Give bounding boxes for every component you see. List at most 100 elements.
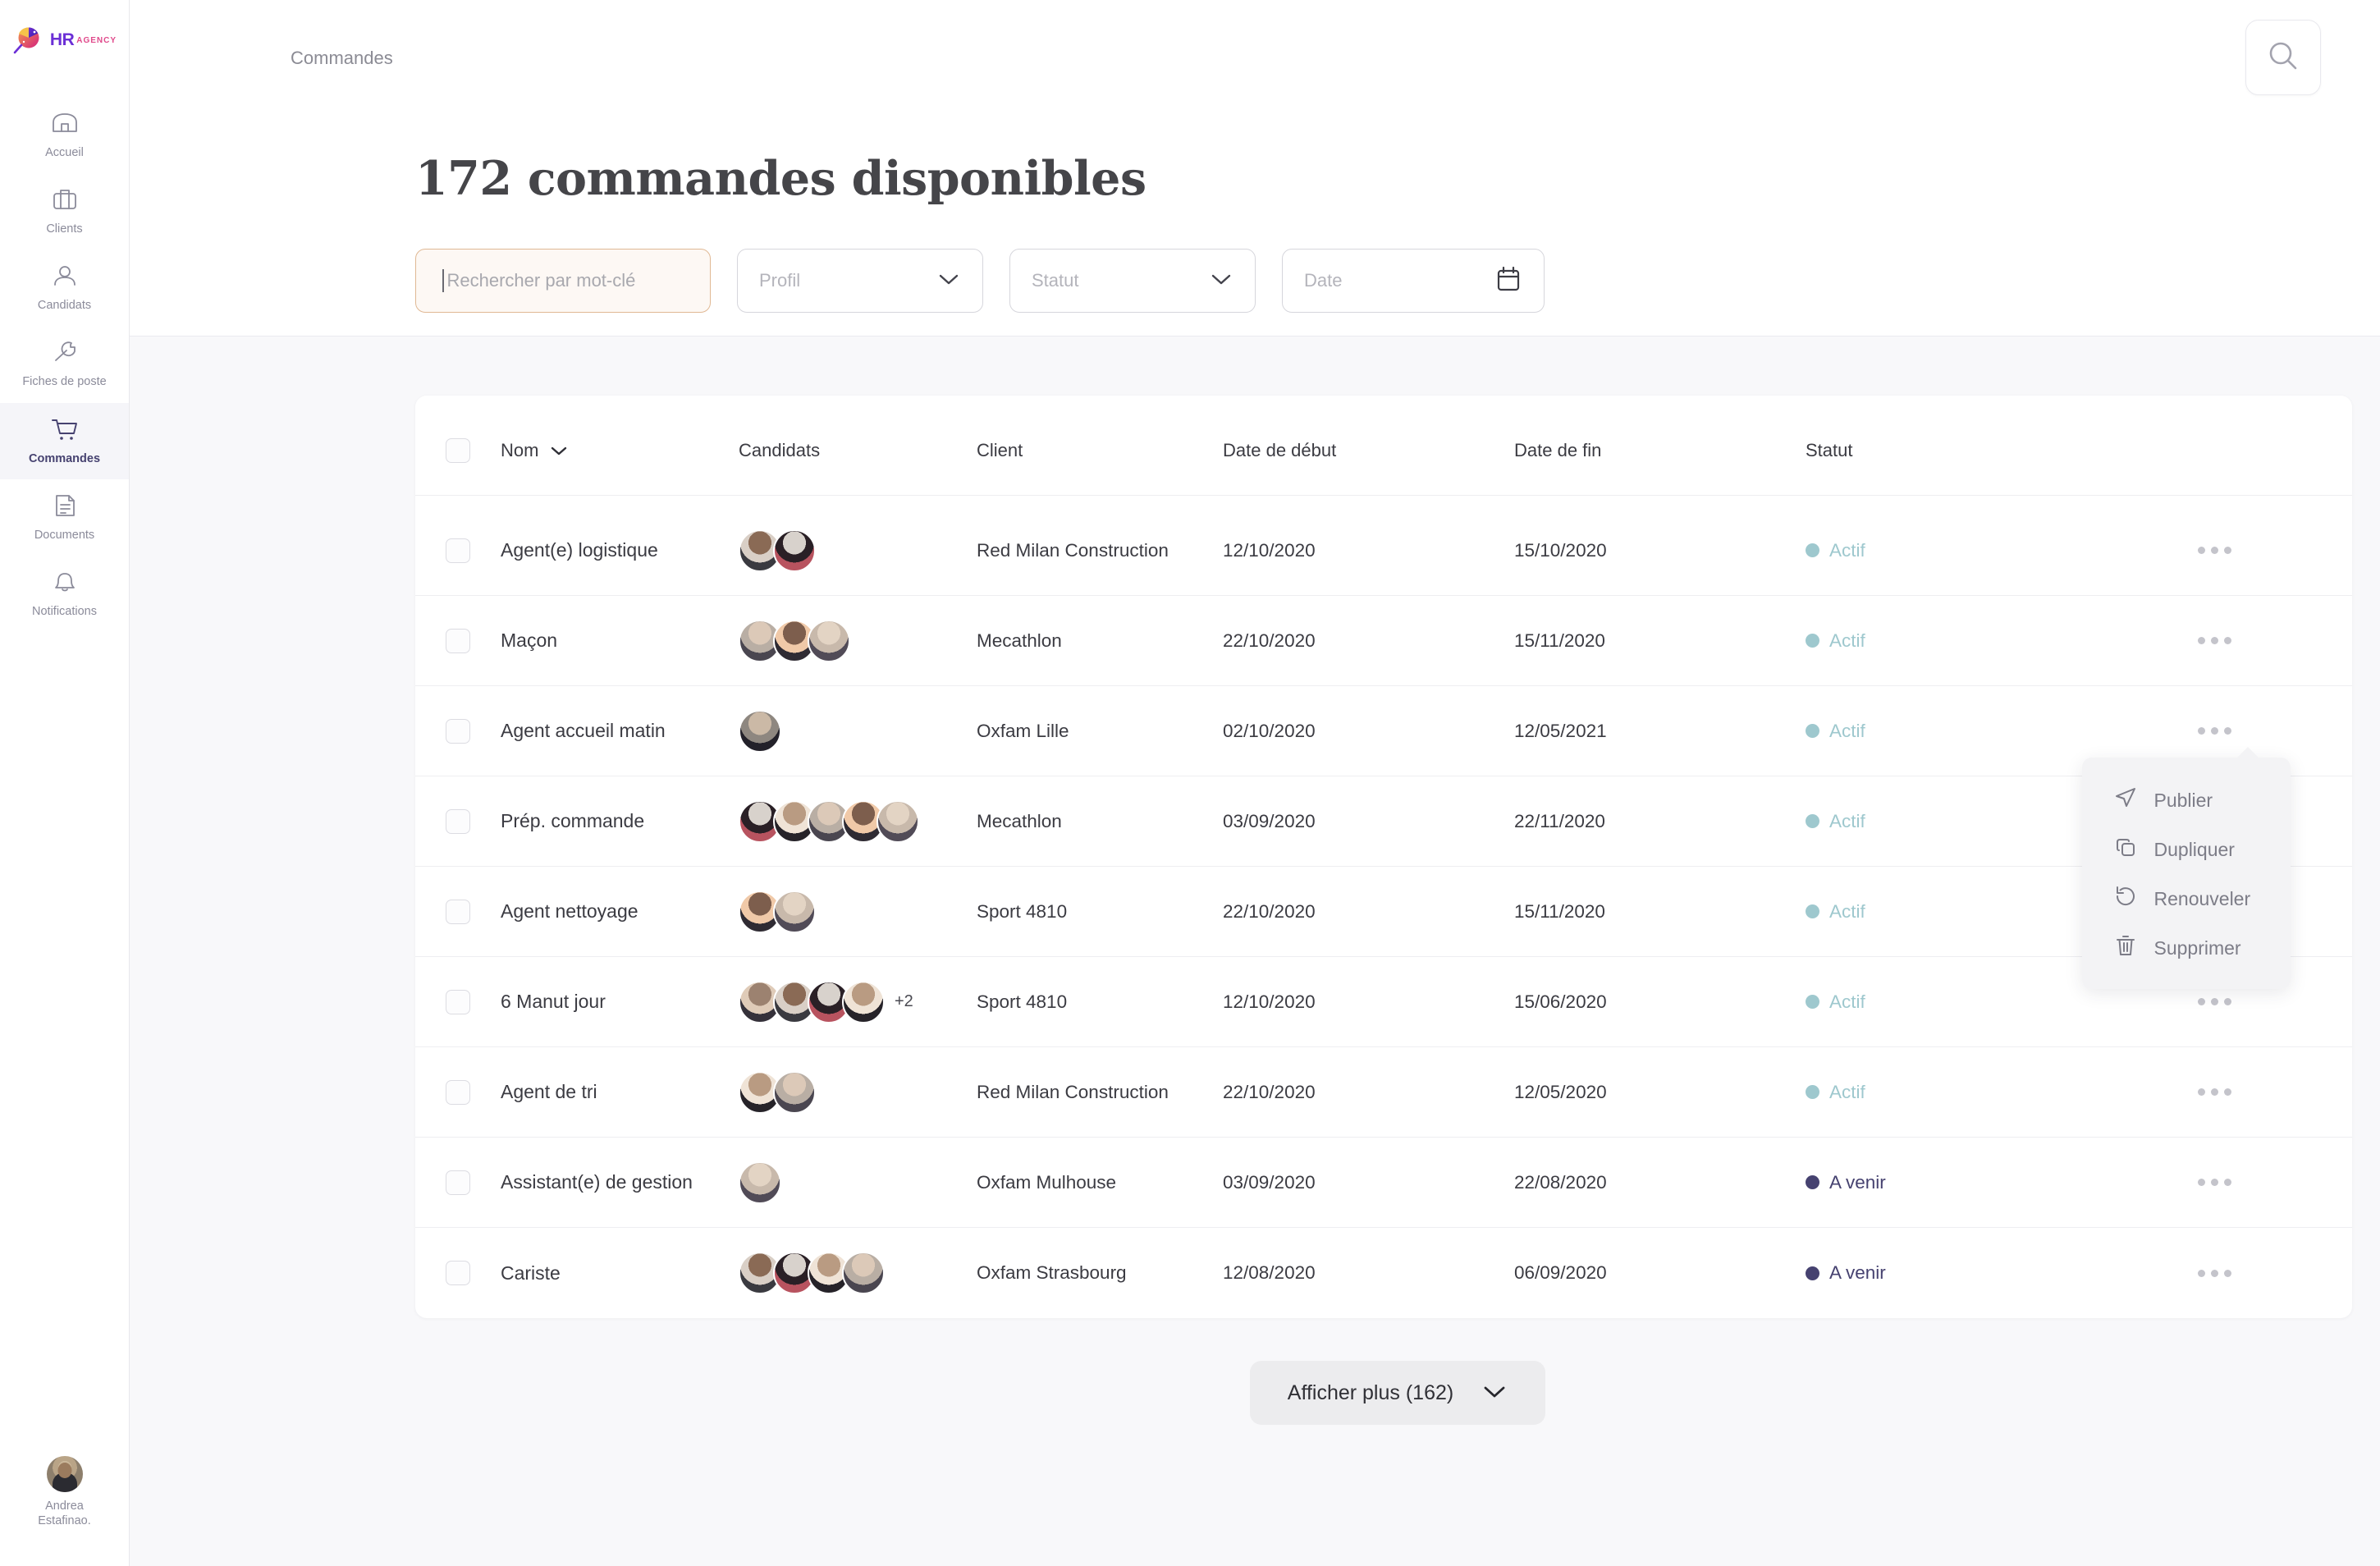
table-row[interactable]: Maçon Mecathlon 22/10/2020 15/11/2020 Ac… bbox=[415, 596, 2352, 686]
row-select-cell bbox=[415, 809, 501, 834]
cell-nom: Agent de tri bbox=[501, 1081, 739, 1103]
row-actions-button[interactable] bbox=[2185, 1169, 2245, 1196]
sidebar-item-label: Notifications bbox=[32, 604, 97, 619]
select-all-checkbox[interactable] bbox=[446, 438, 470, 463]
table-body: Agent(e) logistique Red Milan Constructi… bbox=[415, 496, 2352, 1318]
cell-nom: Cariste bbox=[501, 1262, 739, 1284]
row-actions-button[interactable] bbox=[2185, 717, 2245, 744]
row-checkbox[interactable] bbox=[446, 1170, 470, 1195]
sidebar-item-accueil[interactable]: Accueil bbox=[0, 97, 129, 173]
sidebar-item-clients[interactable]: Clients bbox=[0, 173, 129, 250]
status-label: Actif bbox=[1829, 901, 1865, 923]
candidate-avatar[interactable] bbox=[842, 1252, 885, 1294]
table-row[interactable]: Agent nettoyage Sport 4810 22/10/2020 15… bbox=[415, 867, 2352, 957]
candidate-avatar[interactable] bbox=[773, 891, 816, 933]
candidate-avatar[interactable] bbox=[739, 710, 781, 753]
breadcrumb[interactable]: Commandes bbox=[291, 48, 393, 69]
table-row[interactable]: Assistant(e) de gestion Oxfam Mulhouse 0… bbox=[415, 1138, 2352, 1228]
avatar-group bbox=[739, 1161, 781, 1204]
avatar-group: +2 bbox=[739, 981, 913, 1023]
table-row[interactable]: Agent accueil matin Oxfam Lille 02/10/20… bbox=[415, 686, 2352, 776]
show-more-button[interactable]: Afficher plus (162) bbox=[1250, 1361, 1545, 1425]
context-menu-item-renouveler[interactable]: Renouveler bbox=[2082, 874, 2291, 923]
row-actions-button[interactable] bbox=[2185, 627, 2245, 654]
row-checkbox[interactable] bbox=[446, 1080, 470, 1105]
cell-actions bbox=[2076, 627, 2352, 654]
row-checkbox[interactable] bbox=[446, 809, 470, 834]
brand-logo[interactable]: HRAGENCY bbox=[12, 26, 117, 54]
candidate-avatar[interactable] bbox=[842, 981, 885, 1023]
row-checkbox[interactable] bbox=[446, 990, 470, 1014]
wrench-icon bbox=[51, 340, 79, 369]
candidate-avatar[interactable] bbox=[773, 529, 816, 572]
column-header-nom[interactable]: Nom bbox=[501, 440, 739, 461]
sidebar-item-documents[interactable]: Documents bbox=[0, 479, 129, 556]
candidate-avatar[interactable] bbox=[808, 620, 850, 662]
table-row[interactable]: Agent de tri Red Milan Construction 22/1… bbox=[415, 1047, 2352, 1138]
status-label: Actif bbox=[1829, 630, 1865, 652]
candidate-avatar[interactable] bbox=[739, 1161, 781, 1204]
candidate-avatar[interactable] bbox=[876, 800, 919, 843]
sidebar-user[interactable]: Andrea Estafinao. bbox=[0, 1456, 129, 1528]
profil-select[interactable]: Profil bbox=[737, 249, 983, 313]
table-row[interactable]: Prép. commande Mecathlon 03/09/2020 22/1… bbox=[415, 776, 2352, 867]
sidebar-item-label: Candidats bbox=[38, 298, 91, 313]
sidebar-item-notifications[interactable]: Notifications bbox=[0, 556, 129, 632]
column-header-candidats: Candidats bbox=[739, 440, 977, 461]
cell-client: Red Milan Construction bbox=[977, 1082, 1223, 1103]
row-select-cell bbox=[415, 1261, 501, 1285]
chevron-down-icon bbox=[1481, 1381, 1508, 1405]
chevron-down-icon[interactable] bbox=[550, 440, 568, 461]
brand-name: HR bbox=[50, 30, 74, 49]
status-dot-icon bbox=[1806, 995, 1819, 1009]
row-actions-button[interactable] bbox=[2185, 1078, 2245, 1106]
row-checkbox[interactable] bbox=[446, 900, 470, 924]
cell-date-fin: 12/05/2021 bbox=[1514, 721, 1806, 742]
page-title: 172 commandes disponibles bbox=[130, 95, 2380, 206]
cell-date-fin: 15/11/2020 bbox=[1514, 630, 1806, 652]
context-menu-item-supprimer[interactable]: Supprimer bbox=[2082, 923, 2291, 973]
statut-select[interactable]: Statut bbox=[1009, 249, 1256, 313]
cell-date-debut: 12/10/2020 bbox=[1223, 991, 1514, 1013]
row-context-menu: Publier Dupliquer Renouveler Supprimer bbox=[2082, 758, 2291, 989]
row-checkbox[interactable] bbox=[446, 538, 470, 563]
row-select-cell bbox=[415, 900, 501, 924]
row-actions-button[interactable] bbox=[2185, 537, 2245, 564]
sidebar-item-candidats[interactable]: Candidats bbox=[0, 250, 129, 326]
status-label: Actif bbox=[1829, 991, 1865, 1013]
context-menu-item-label: Supprimer bbox=[2154, 937, 2241, 959]
magnifier-pie-logo-icon bbox=[12, 26, 45, 54]
search-button[interactable] bbox=[2245, 20, 2321, 95]
status-badge: Actif bbox=[1806, 1082, 2076, 1103]
column-header-nom-label: Nom bbox=[501, 440, 538, 461]
row-checkbox[interactable] bbox=[446, 629, 470, 653]
candidate-avatar[interactable] bbox=[773, 1071, 816, 1114]
cell-actions bbox=[2076, 988, 2352, 1015]
table-row[interactable]: 6 Manut jour +2 Sport 4810 12/10/2020 15… bbox=[415, 957, 2352, 1047]
sidebar-item-fiches-de-poste[interactable]: Fiches de poste bbox=[0, 326, 129, 402]
row-actions-button[interactable] bbox=[2185, 988, 2245, 1015]
date-picker[interactable]: Date bbox=[1282, 249, 1545, 313]
status-label: Actif bbox=[1829, 540, 1865, 561]
context-menu-item-publier[interactable]: Publier bbox=[2082, 776, 2291, 825]
sidebar-item-label: Clients bbox=[46, 222, 82, 236]
cell-client: Sport 4810 bbox=[977, 901, 1223, 923]
row-actions-button[interactable] bbox=[2185, 1260, 2245, 1287]
cell-date-fin: 15/10/2020 bbox=[1514, 540, 1806, 561]
sidebar-item-commandes[interactable]: Commandes bbox=[0, 403, 129, 479]
status-badge: Actif bbox=[1806, 991, 2076, 1013]
top-area: Commandes 172 commandes disponibles Rech… bbox=[130, 0, 2380, 337]
context-menu-item-dupliquer[interactable]: Dupliquer bbox=[2082, 825, 2291, 874]
row-checkbox[interactable] bbox=[446, 719, 470, 744]
chevron-down-icon bbox=[936, 272, 961, 291]
sidebar: HRAGENCY Accueil bbox=[0, 0, 130, 1566]
table-row[interactable]: Cariste Oxfam Strasbourg 12/08/2020 06/0… bbox=[415, 1228, 2352, 1318]
avatar bbox=[47, 1456, 83, 1492]
cell-date-debut: 22/10/2020 bbox=[1223, 901, 1514, 923]
row-checkbox[interactable] bbox=[446, 1261, 470, 1285]
search-input[interactable]: Rechercher par mot-clé bbox=[415, 249, 711, 313]
table-row[interactable]: Agent(e) logistique Red Milan Constructi… bbox=[415, 496, 2352, 596]
status-dot-icon bbox=[1806, 1266, 1819, 1280]
cell-nom: Assistant(e) de gestion bbox=[501, 1171, 739, 1193]
cell-nom: Prép. commande bbox=[501, 810, 739, 832]
